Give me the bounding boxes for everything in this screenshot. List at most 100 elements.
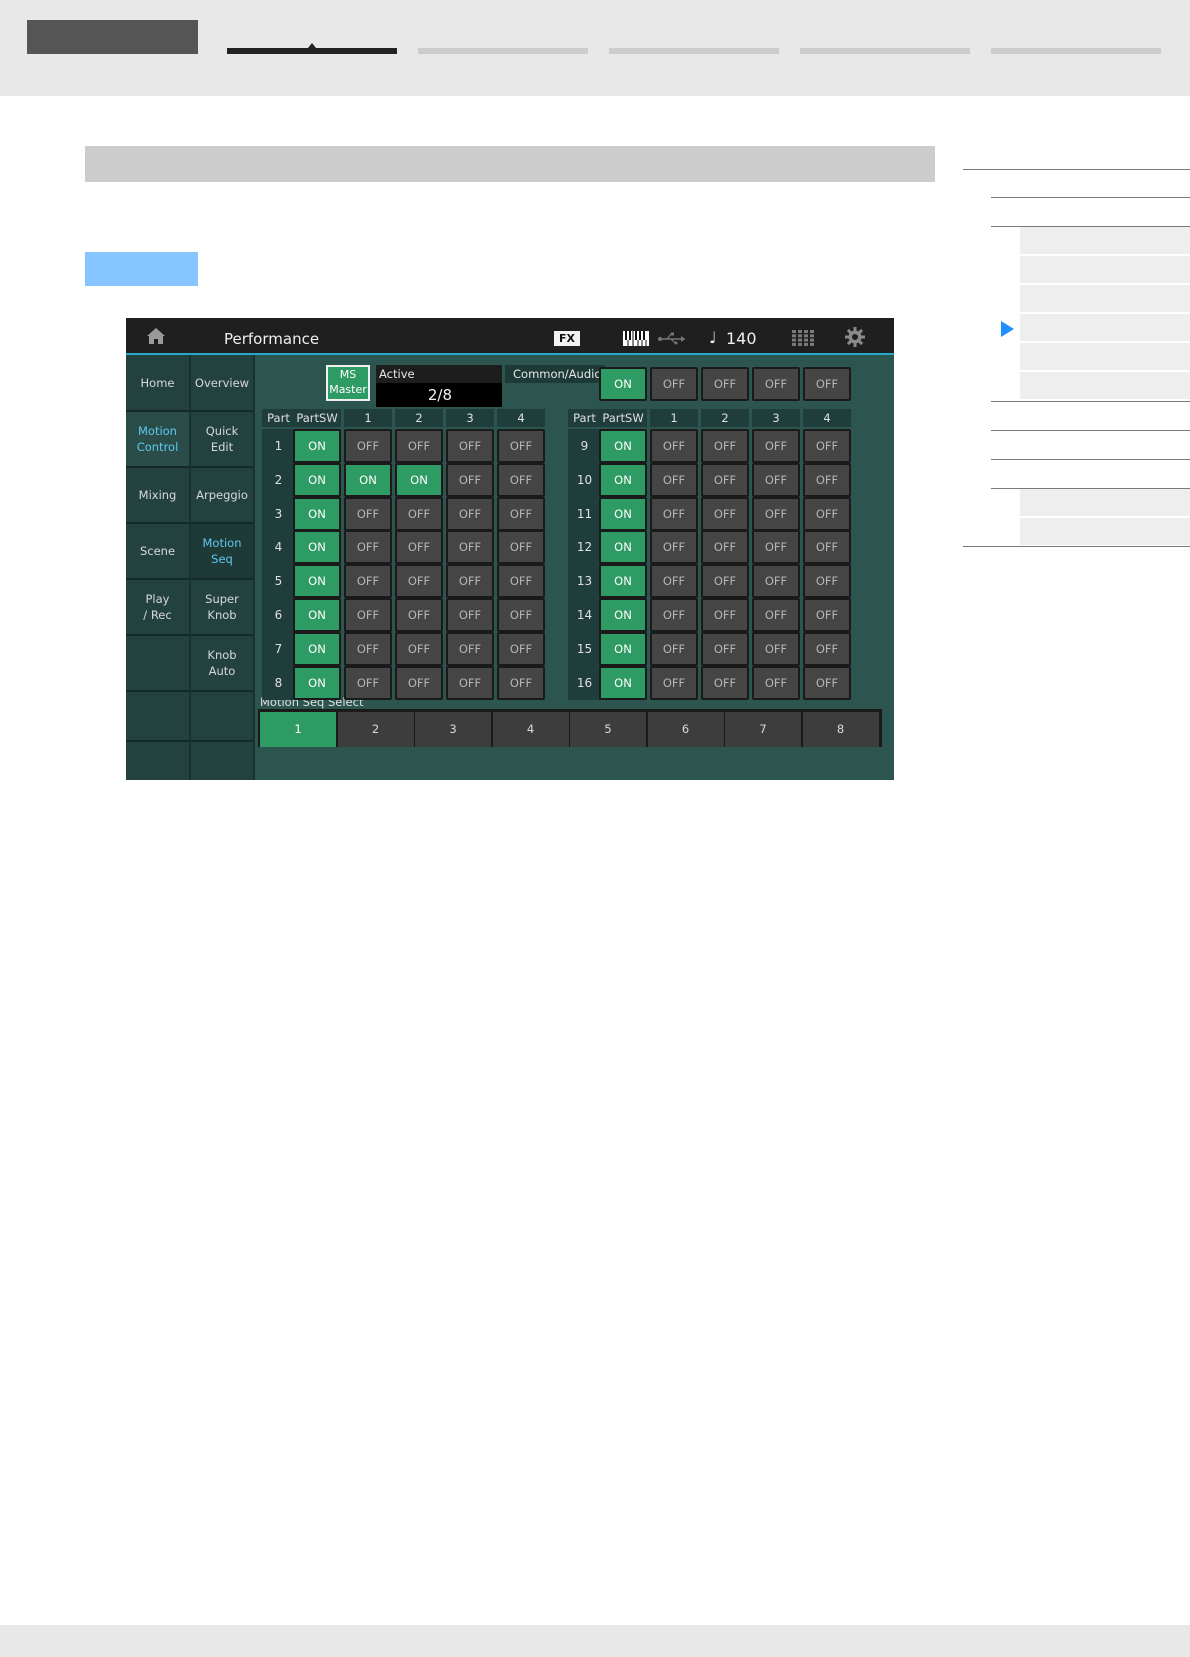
part-4-motion-seq-3-switch[interactable]: OFF <box>446 530 494 564</box>
part-4-partsw-switch[interactable]: ON <box>293 530 341 564</box>
ms-master-button[interactable]: MS Master <box>326 365 370 401</box>
part-11-partsw-switch[interactable]: ON <box>599 497 647 531</box>
home-icon[interactable] <box>146 327 166 345</box>
part-1-motion-seq-1-switch[interactable]: OFF <box>344 429 392 463</box>
motion-seq-select-4[interactable]: 4 <box>492 712 569 747</box>
part-5-partsw-switch[interactable]: ON <box>293 564 341 598</box>
part-15-motion-seq-4-switch[interactable]: OFF <box>803 632 851 666</box>
motion-seq-select-2[interactable]: 2 <box>337 712 414 747</box>
manual-tab-1[interactable] <box>227 43 397 54</box>
part-8-motion-seq-1-switch[interactable]: OFF <box>344 666 392 700</box>
part-4-motion-seq-1-switch[interactable]: OFF <box>344 530 392 564</box>
nav-tab-empty[interactable] <box>126 636 189 692</box>
part-1-partsw-switch[interactable]: ON <box>293 429 341 463</box>
nav-tab-quick-edit[interactable]: Quick Edit <box>191 412 253 468</box>
nav-tab-mixing[interactable]: Mixing <box>126 468 189 524</box>
part-2-motion-seq-3-switch[interactable]: OFF <box>446 463 494 497</box>
part-11-motion-seq-2-switch[interactable]: OFF <box>701 497 749 531</box>
part-9-motion-seq-3-switch[interactable]: OFF <box>752 429 800 463</box>
part-1-motion-seq-2-switch[interactable]: OFF <box>395 429 443 463</box>
part-7-motion-seq-1-switch[interactable]: OFF <box>344 632 392 666</box>
manual-tab-3[interactable] <box>609 48 779 54</box>
common-audio-switch-partsw[interactable]: ON <box>599 367 647 401</box>
common-audio-switch-1[interactable]: OFF <box>650 367 698 401</box>
toc-subitem-6[interactable] <box>1020 372 1190 400</box>
nav-tab-knob-auto[interactable]: Knob Auto <box>191 636 253 692</box>
part-14-motion-seq-4-switch[interactable]: OFF <box>803 598 851 632</box>
part-15-motion-seq-3-switch[interactable]: OFF <box>752 632 800 666</box>
nav-tab-motion-control[interactable]: Motion Control <box>126 412 189 468</box>
part-9-motion-seq-2-switch[interactable]: OFF <box>701 429 749 463</box>
part-16-motion-seq-4-switch[interactable]: OFF <box>803 666 851 700</box>
part-6-motion-seq-3-switch[interactable]: OFF <box>446 598 494 632</box>
toc-item-8[interactable] <box>963 546 1190 574</box>
part-1-motion-seq-3-switch[interactable]: OFF <box>446 429 494 463</box>
part-5-motion-seq-2-switch[interactable]: OFF <box>395 564 443 598</box>
part-10-motion-seq-4-switch[interactable]: OFF <box>803 463 851 497</box>
part-10-partsw-switch[interactable]: ON <box>599 463 647 497</box>
part-14-partsw-switch[interactable]: ON <box>599 598 647 632</box>
part-2-motion-seq-2-switch[interactable]: ON <box>395 463 443 497</box>
part-12-motion-seq-4-switch[interactable]: OFF <box>803 530 851 564</box>
part-9-motion-seq-1-switch[interactable]: OFF <box>650 429 698 463</box>
grid-icon[interactable] <box>792 330 814 346</box>
motion-seq-select-3[interactable]: 3 <box>415 712 491 747</box>
motion-seq-select-6[interactable]: 6 <box>647 712 724 747</box>
toc-subitem-1[interactable] <box>1020 227 1190 255</box>
nav-tab-home[interactable]: Home <box>126 355 189 412</box>
part-15-motion-seq-1-switch[interactable]: OFF <box>650 632 698 666</box>
nav-tab-play-rec[interactable]: Play / Rec <box>126 580 189 636</box>
part-11-motion-seq-3-switch[interactable]: OFF <box>752 497 800 531</box>
gear-icon[interactable] <box>845 327 865 347</box>
common-audio-switch-2[interactable]: OFF <box>701 367 749 401</box>
part-10-motion-seq-2-switch[interactable]: OFF <box>701 463 749 497</box>
part-3-motion-seq-3-switch[interactable]: OFF <box>446 497 494 531</box>
part-7-partsw-switch[interactable]: ON <box>293 632 341 666</box>
part-8-motion-seq-2-switch[interactable]: OFF <box>395 666 443 700</box>
active-value[interactable]: 2/8 <box>376 383 502 407</box>
part-9-partsw-switch[interactable]: ON <box>599 429 647 463</box>
toc-subitem-current[interactable] <box>1020 314 1190 342</box>
part-15-motion-seq-2-switch[interactable]: OFF <box>701 632 749 666</box>
part-4-motion-seq-4-switch[interactable]: OFF <box>497 530 545 564</box>
motion-seq-select-7[interactable]: 7 <box>725 712 801 747</box>
part-5-motion-seq-3-switch[interactable]: OFF <box>446 564 494 598</box>
part-13-partsw-switch[interactable]: ON <box>599 564 647 598</box>
part-7-motion-seq-4-switch[interactable]: OFF <box>497 632 545 666</box>
part-13-motion-seq-1-switch[interactable]: OFF <box>650 564 698 598</box>
motion-seq-select-8[interactable]: 8 <box>802 712 879 747</box>
toc-subitem-8[interactable] <box>1020 518 1190 546</box>
part-11-motion-seq-1-switch[interactable]: OFF <box>650 497 698 531</box>
part-13-motion-seq-2-switch[interactable]: OFF <box>701 564 749 598</box>
part-12-motion-seq-3-switch[interactable]: OFF <box>752 530 800 564</box>
part-14-motion-seq-1-switch[interactable]: OFF <box>650 598 698 632</box>
part-3-motion-seq-2-switch[interactable]: OFF <box>395 497 443 531</box>
part-16-motion-seq-1-switch[interactable]: OFF <box>650 666 698 700</box>
part-9-motion-seq-4-switch[interactable]: OFF <box>803 429 851 463</box>
part-5-motion-seq-1-switch[interactable]: OFF <box>344 564 392 598</box>
part-12-motion-seq-1-switch[interactable]: OFF <box>650 530 698 564</box>
part-10-motion-seq-3-switch[interactable]: OFF <box>752 463 800 497</box>
toc-subitem-5[interactable] <box>1020 343 1190 371</box>
part-15-partsw-switch[interactable]: ON <box>599 632 647 666</box>
toc-item-1[interactable] <box>963 169 1190 197</box>
toc-subitem-2[interactable] <box>1020 256 1190 284</box>
part-2-motion-seq-1-switch[interactable]: ON <box>344 463 392 497</box>
part-6-motion-seq-2-switch[interactable]: OFF <box>395 598 443 632</box>
toc-subitem-7[interactable] <box>1020 489 1190 517</box>
part-16-motion-seq-2-switch[interactable]: OFF <box>701 666 749 700</box>
toc-item-6[interactable] <box>991 459 1190 487</box>
nav-tab-scene[interactable]: Scene <box>126 524 189 580</box>
part-11-motion-seq-4-switch[interactable]: OFF <box>803 497 851 531</box>
part-5-motion-seq-4-switch[interactable]: OFF <box>497 564 545 598</box>
nav-tab-empty[interactable] <box>191 692 253 742</box>
part-6-partsw-switch[interactable]: ON <box>293 598 341 632</box>
part-8-partsw-switch[interactable]: ON <box>293 666 341 700</box>
part-3-motion-seq-4-switch[interactable]: OFF <box>497 497 545 531</box>
manual-tab-5[interactable] <box>991 48 1161 54</box>
part-14-motion-seq-3-switch[interactable]: OFF <box>752 598 800 632</box>
part-2-motion-seq-4-switch[interactable]: OFF <box>497 463 545 497</box>
common-audio-switch-3[interactable]: OFF <box>752 367 800 401</box>
part-8-motion-seq-3-switch[interactable]: OFF <box>446 666 494 700</box>
part-3-partsw-switch[interactable]: ON <box>293 497 341 531</box>
